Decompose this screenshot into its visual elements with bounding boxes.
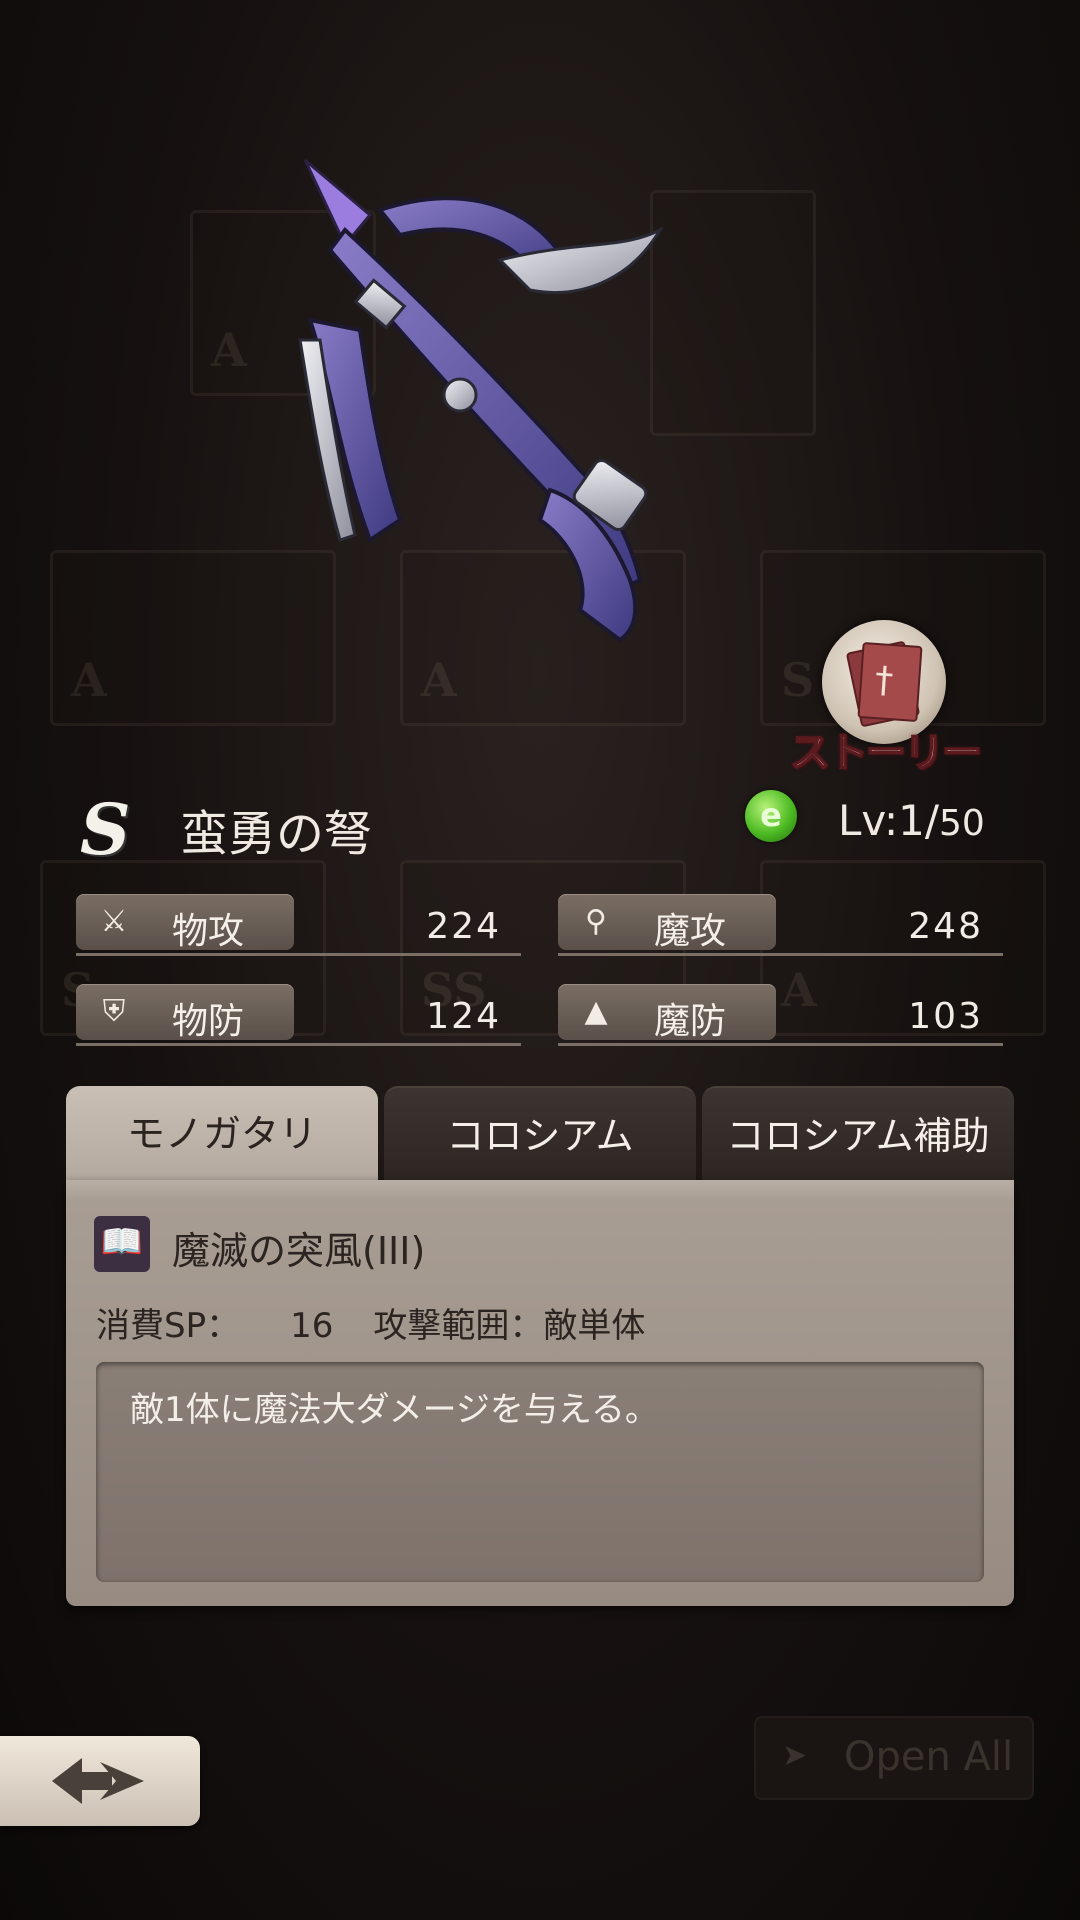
stat-value: 124 bbox=[426, 996, 501, 1037]
sword-icon: † bbox=[873, 659, 895, 702]
skill-info-row: 消費SP： 16 攻撃範囲：敵単体 bbox=[96, 1298, 645, 1347]
panel-top-edge bbox=[66, 1180, 1014, 1200]
wind-element-icon: e bbox=[745, 790, 797, 842]
stat-value: 224 bbox=[426, 906, 501, 947]
rank-badge: S bbox=[80, 788, 131, 871]
stat-physical-attack: ⚔ 物攻 224 bbox=[76, 894, 521, 956]
story-button[interactable]: † ストーリー bbox=[789, 620, 983, 790]
skill-description-box: 敵1体に魔法大ダメージを与える。 bbox=[96, 1362, 984, 1582]
open-all-label: Open All bbox=[844, 1734, 1014, 1780]
weapon-name: 蛮勇の弩 bbox=[180, 806, 373, 862]
wand-icon: ⚲ bbox=[585, 904, 607, 939]
weapon-level: Lv:1/50 bbox=[838, 796, 985, 845]
stat-magic-attack: ⚲ 魔攻 248 bbox=[558, 894, 1003, 956]
stat-divider bbox=[76, 1043, 521, 1046]
stat-name: 物防 bbox=[172, 1001, 245, 1042]
stat-value: 248 bbox=[908, 906, 983, 947]
back-button[interactable] bbox=[0, 1736, 200, 1826]
sword-icon: ⚔ bbox=[100, 904, 128, 939]
wizard-hat-icon: ▲ bbox=[584, 994, 608, 1029]
attack-range: 攻撃範囲：敵単体 bbox=[373, 1306, 646, 1346]
sp-value: 16 bbox=[290, 1306, 334, 1346]
back-arrow-icon bbox=[52, 1758, 144, 1804]
skill-description: 敵1体に魔法大ダメージを与える。 bbox=[130, 1390, 659, 1430]
open-all-button[interactable]: ➤ Open All bbox=[754, 1716, 1034, 1800]
sp-label: 消費SP： bbox=[96, 1306, 241, 1346]
skill-tabs: モノガタリ コロシアム コロシアム補助 bbox=[66, 1086, 1014, 1184]
book-icon: 📖 bbox=[94, 1216, 150, 1272]
shield-icon: ⛨ bbox=[102, 994, 126, 1029]
level-max: 50 bbox=[938, 803, 985, 844]
stat-name: 魔防 bbox=[654, 1001, 727, 1042]
stat-label-pill: ⛨ 物防 bbox=[76, 984, 294, 1042]
stat-divider bbox=[76, 953, 521, 956]
stat-divider bbox=[558, 953, 1003, 956]
tab-monogatari[interactable]: モノガタリ bbox=[66, 1086, 378, 1182]
stat-name: 物攻 bbox=[172, 911, 245, 952]
stat-value: 103 bbox=[908, 996, 983, 1037]
skill-name: 魔滅の突風(III) bbox=[172, 1229, 426, 1273]
stat-name: 魔攻 bbox=[654, 911, 727, 952]
stat-magic-defense: ▲ 魔防 103 bbox=[558, 984, 1003, 1046]
crossbow-weapon-image bbox=[298, 158, 664, 643]
stat-label-pill: ▲ 魔防 bbox=[558, 984, 776, 1042]
tab-colosseum[interactable]: コロシアム bbox=[384, 1086, 696, 1184]
stat-label-pill: ⚲ 魔攻 bbox=[558, 894, 776, 952]
level-current: Lv:1/ bbox=[838, 796, 939, 845]
arrow-right-icon: ➤ bbox=[782, 1738, 808, 1773]
stat-label-pill: ⚔ 物攻 bbox=[76, 894, 294, 952]
stat-divider bbox=[558, 1043, 1003, 1046]
stat-physical-defense: ⛨ 物防 124 bbox=[76, 984, 521, 1046]
story-button-label: ストーリー bbox=[789, 729, 983, 777]
skill-panel: 📖 魔滅の突風(III) 消費SP： 16 攻撃範囲：敵単体 敵1体に魔法大ダメージ… bbox=[66, 1180, 1014, 1606]
tab-colosseum-support[interactable]: コロシアム補助 bbox=[702, 1086, 1014, 1184]
